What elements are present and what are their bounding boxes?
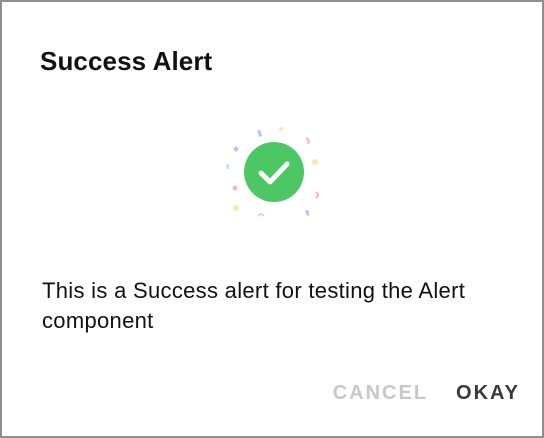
- success-alert-dialog: Success Alert This is a Success alert fo…: [2, 2, 542, 436]
- success-check-icon: [222, 122, 326, 226]
- okay-button[interactable]: OKAY: [456, 382, 520, 405]
- dialog-actions: CANCEL OKAY: [333, 382, 520, 405]
- cancel-button[interactable]: CANCEL: [333, 382, 428, 405]
- dialog-title: Success Alert: [40, 46, 213, 76]
- dialog-message: This is a Success alert for testing the …: [42, 278, 466, 333]
